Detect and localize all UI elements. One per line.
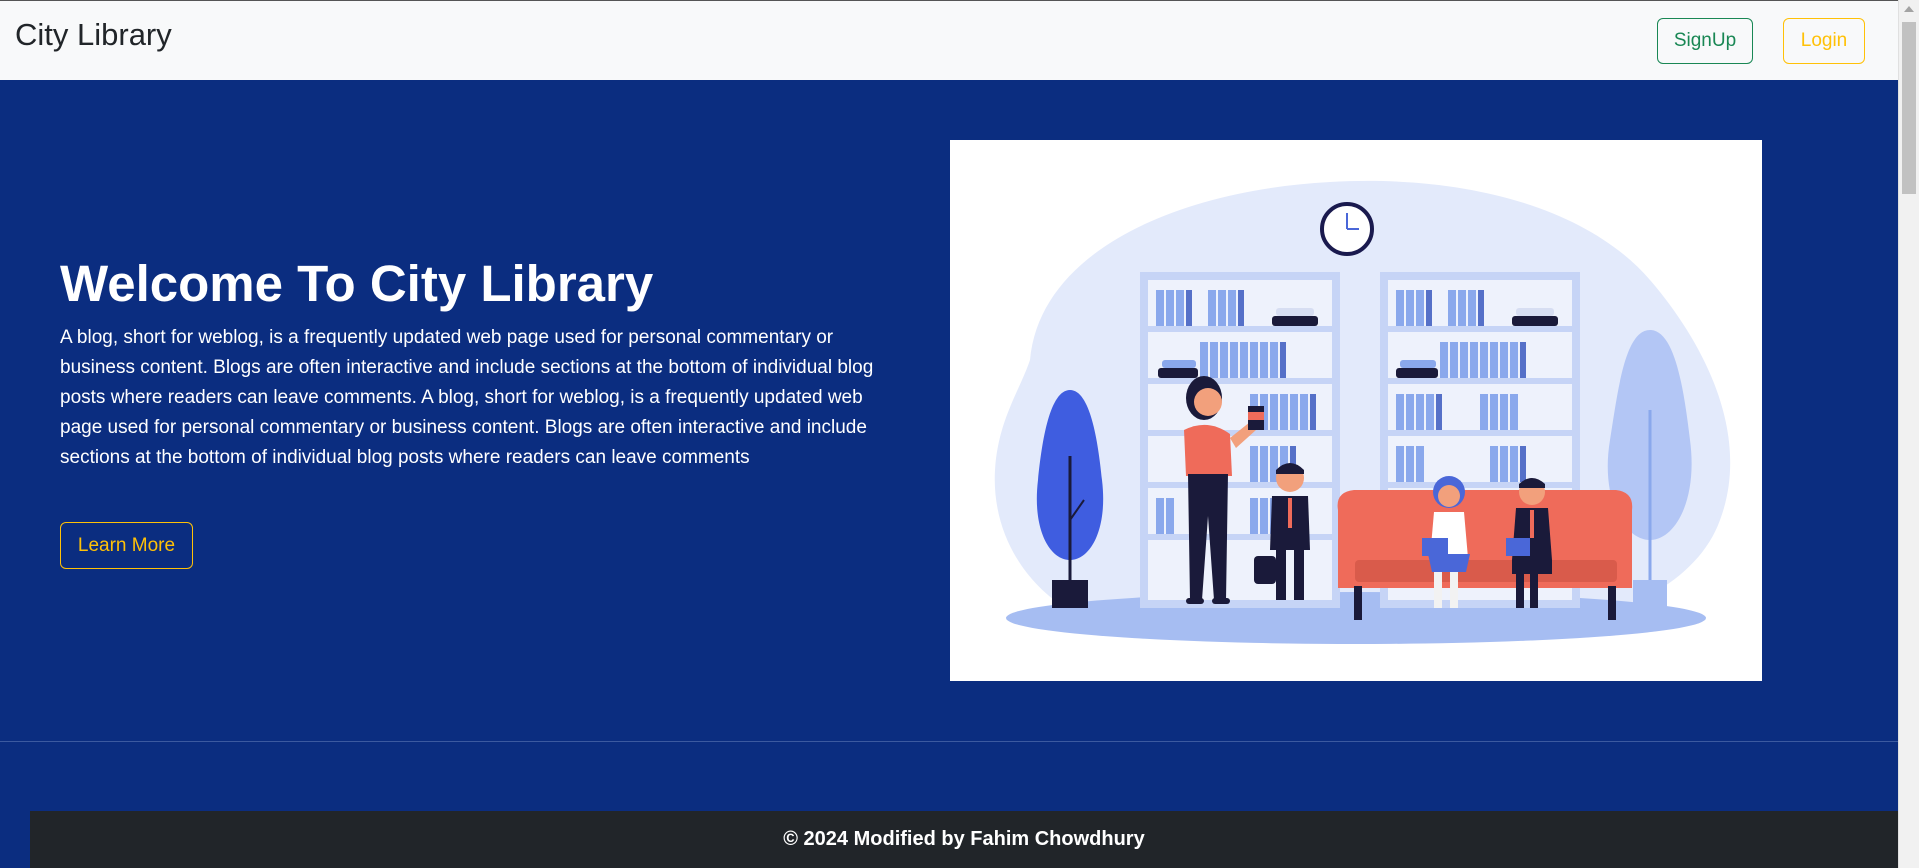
scroll-up-arrow-icon[interactable] [1904,6,1914,12]
scrollbar-thumb[interactable] [1902,22,1916,194]
hero-title: Welcome To City Library [60,255,654,312]
footer-copyright: © 2024 Modified by Fahim Chowdhury [783,828,1145,850]
section-divider [0,741,1898,742]
signup-button[interactable]: SignUp [1657,18,1753,64]
navbar: City Library SignUp Login [0,0,1898,80]
learn-more-button[interactable]: Learn More [60,522,193,569]
hero-description: A blog, short for weblog, is a frequentl… [60,327,874,468]
brand-link[interactable]: City Library [15,17,172,53]
library-illustration [950,140,1762,681]
clock-icon [1320,202,1374,256]
login-button[interactable]: Login [1783,18,1865,64]
footer: © 2024 Modified by Fahim Chowdhury [30,811,1898,868]
hero-section: Welcome To City Library A blog, short fo… [0,80,1898,742]
vertical-scrollbar[interactable] [1898,0,1919,868]
